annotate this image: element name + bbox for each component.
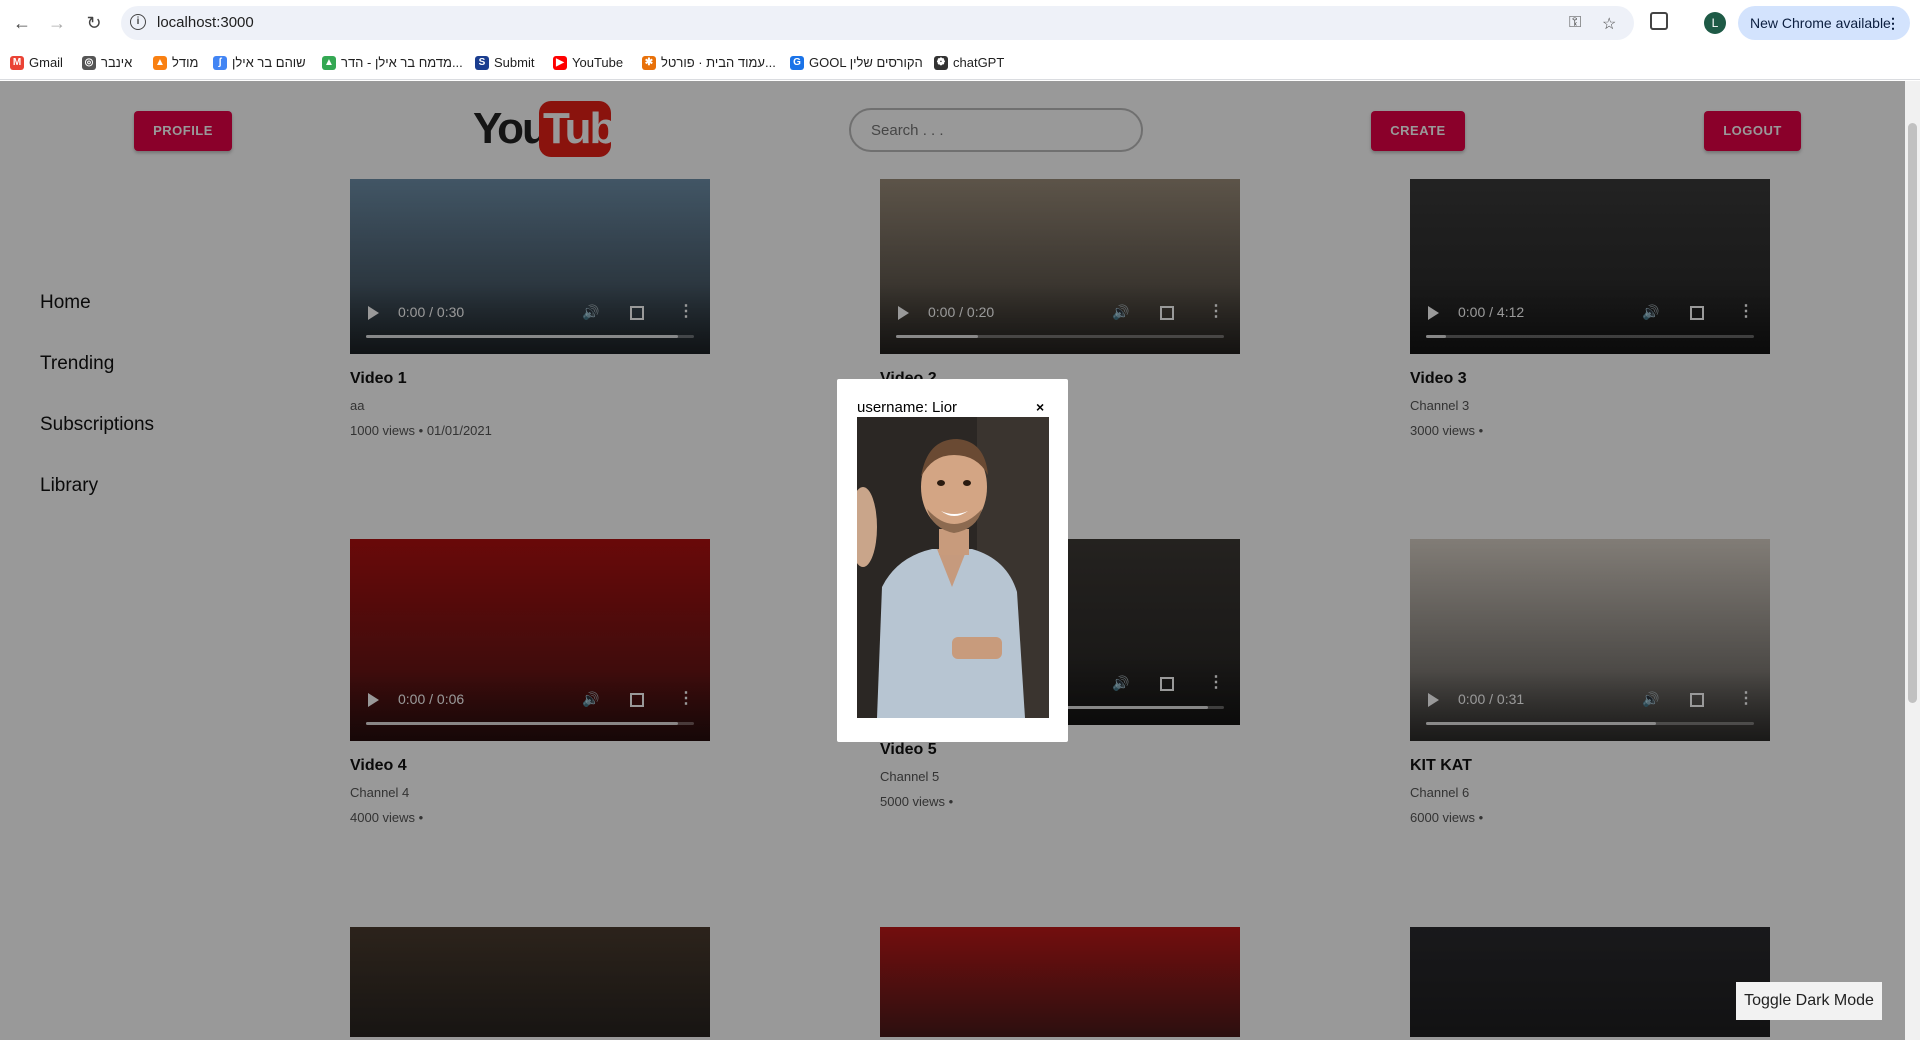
url-text[interactable]: localhost:3000 bbox=[157, 14, 254, 31]
reload-icon[interactable]: ↻ bbox=[82, 11, 106, 35]
scroll-thumb[interactable] bbox=[1908, 123, 1917, 703]
scribble-icon: ʃ bbox=[213, 55, 227, 70]
bookmark-label: GOOL הקורסים שלין bbox=[809, 55, 923, 70]
site-info-icon[interactable]: i bbox=[130, 14, 146, 30]
address-bar[interactable]: i localhost:3000 ⚿ ☆ bbox=[121, 6, 1634, 40]
gool-icon: G bbox=[790, 55, 804, 70]
password-key-icon[interactable]: ⚿ bbox=[1569, 14, 1581, 32]
browser-toolbar: ← → ↻ i localhost:3000 ⚿ ☆ L New Chrome … bbox=[0, 0, 1920, 46]
bookmark-item[interactable]: ʃ שוהם בר אילן bbox=[213, 55, 306, 70]
extensions-icon[interactable] bbox=[1650, 12, 1668, 30]
chatgpt-icon: ❁ bbox=[934, 55, 948, 70]
profile-avatar[interactable]: L bbox=[1704, 12, 1726, 34]
bookmark-item[interactable]: ◎ אינבר bbox=[82, 55, 132, 70]
submit-icon: S bbox=[475, 55, 489, 70]
bookmarks-bar: M Gmail ◎ אינבר ▲ מודל ʃ שוהם בר אילן ▲ מדמח בר א… bbox=[0, 46, 1920, 80]
bookmark-label: מדמח בר אילן - הדר... bbox=[341, 55, 463, 70]
bookmark-label: Gmail bbox=[29, 55, 63, 70]
bookmark-item[interactable]: S Submit bbox=[475, 55, 534, 70]
bookmark-item[interactable]: ▶ YouTube bbox=[553, 55, 623, 70]
page: PROFILE You Tube CREATE LOGOUT Home Tren… bbox=[0, 81, 1905, 1040]
user-profile-photo bbox=[857, 417, 1049, 718]
bookmark-label: Submit bbox=[494, 55, 535, 70]
bookmark-item[interactable]: ▲ מדמח בר אילן - הדר... bbox=[322, 55, 463, 70]
forward-icon[interactable]: → bbox=[45, 11, 69, 35]
bookmark-star-icon[interactable]: ☆ bbox=[1602, 14, 1616, 34]
back-icon[interactable]: ← bbox=[10, 11, 34, 35]
moodle-icon: ▲ bbox=[153, 55, 167, 70]
bookmark-item[interactable]: ❁ chatGPT bbox=[934, 55, 1004, 70]
user-modal: username: Lior × bbox=[837, 379, 1068, 742]
bookmark-item[interactable]: ▲ מודל bbox=[153, 55, 198, 70]
gmail-icon: M bbox=[10, 55, 24, 70]
bookmark-label: עמוד הבית · פורטל... bbox=[661, 55, 776, 70]
bookmark-label: אינבר bbox=[101, 55, 133, 70]
youtube-icon: ▶ bbox=[553, 55, 567, 70]
page-scrollbar[interactable] bbox=[1905, 81, 1920, 1040]
bookmark-item[interactable]: M Gmail bbox=[10, 55, 63, 70]
close-icon[interactable]: × bbox=[1036, 399, 1044, 415]
modal-username: username: Lior bbox=[857, 399, 958, 416]
drive-icon: ▲ bbox=[322, 55, 336, 70]
bookmark-label: chatGPT bbox=[953, 55, 1005, 70]
chrome-update-label: New Chrome available bbox=[1750, 15, 1891, 31]
portal-icon: ✱ bbox=[642, 55, 656, 70]
bookmark-item[interactable]: G GOOL הקורסים שלין bbox=[790, 55, 923, 70]
toggle-dark-mode-button[interactable]: Toggle Dark Mode bbox=[1736, 982, 1882, 1020]
bookmark-label: YouTube bbox=[572, 55, 624, 70]
chrome-update-button[interactable]: New Chrome available ⋮ bbox=[1738, 6, 1910, 40]
globe-icon: ◎ bbox=[82, 55, 96, 70]
bookmark-label: מודל bbox=[172, 55, 199, 70]
bookmark-item[interactable]: ✱ עמוד הבית · פורטל... bbox=[642, 55, 776, 70]
menu-dots-icon: ⋮ bbox=[1886, 15, 1900, 31]
bookmark-label: שוהם בר אילן bbox=[232, 55, 306, 70]
